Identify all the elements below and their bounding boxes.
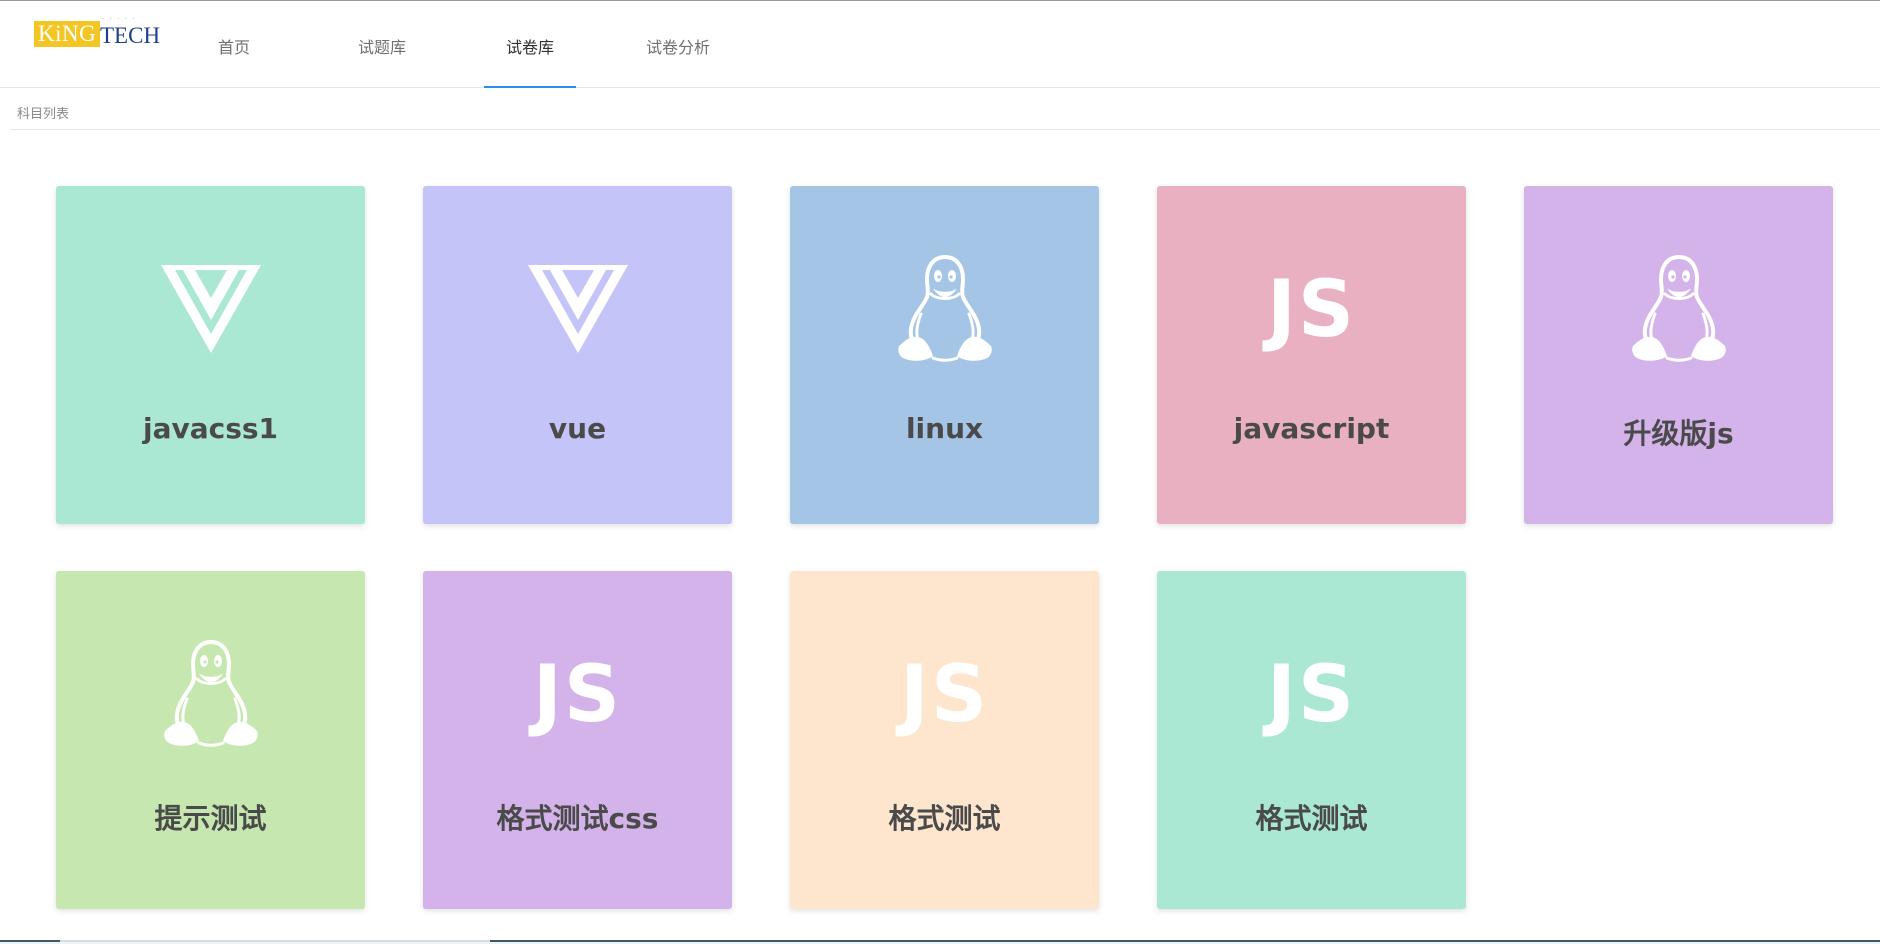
- subject-card-label: 格式测试: [1255, 802, 1368, 835]
- subject-card[interactable]: 升级版js: [1524, 186, 1833, 524]
- logo-king-text: KiNG: [34, 21, 101, 47]
- nav-item-question-bank[interactable]: 试题库: [308, 1, 456, 88]
- js-icon: JS: [790, 639, 1099, 751]
- nav-item-paper-bank[interactable]: 试卷库: [456, 1, 604, 88]
- js-icon-text: JS: [899, 650, 990, 740]
- subject-card-label: linux: [905, 412, 984, 445]
- subject-card-label: javascript: [1233, 412, 1390, 445]
- subject-card-label: 格式测试css: [496, 802, 659, 835]
- subject-card-label: javacss1: [142, 412, 279, 445]
- subject-card-label: 提示测试: [154, 802, 267, 835]
- vue-icon: [423, 254, 732, 366]
- subject-card[interactable]: linux: [790, 186, 1099, 524]
- js-icon-text: JS: [1266, 265, 1357, 355]
- subject-card[interactable]: JS 格式测试: [790, 571, 1099, 909]
- subject-card[interactable]: 提示测试: [56, 571, 365, 909]
- nav-item-label: 试卷分析: [645, 39, 710, 57]
- nav-item-paper-analysis[interactable]: 试卷分析: [604, 1, 752, 88]
- nav-item-label: 首页: [217, 39, 250, 57]
- vue-icon: [56, 254, 365, 366]
- linux-penguin-icon: [1524, 254, 1833, 366]
- subject-card-label: vue: [548, 412, 607, 445]
- js-icon-text: JS: [532, 650, 623, 740]
- subject-card[interactable]: JS 格式测试: [1157, 571, 1466, 909]
- nav-item-label: 试卷库: [505, 39, 554, 57]
- section-title: 科目列表: [10, 103, 1880, 130]
- subject-card-label: 格式测试: [888, 802, 1001, 835]
- header: ····· KiNG TECH 首页 试题库 试卷库 试卷分析: [0, 1, 1880, 88]
- linux-penguin-icon: [790, 254, 1099, 366]
- subject-card-label: 升级版js: [1623, 417, 1734, 450]
- js-icon: JS: [423, 639, 732, 751]
- nav-item-label: 试题库: [357, 39, 406, 57]
- subject-card[interactable]: JS 格式测试css: [423, 571, 732, 909]
- subject-card[interactable]: JS javascript: [1157, 186, 1466, 524]
- js-icon: JS: [1157, 254, 1466, 366]
- scrollbar-thumb[interactable]: [60, 940, 490, 942]
- nav-item-home[interactable]: 首页: [160, 1, 308, 88]
- main-nav: 首页 试题库 试卷库 试卷分析: [160, 1, 752, 88]
- js-icon-text: JS: [1266, 650, 1357, 740]
- logo-tech-text: TECH: [100, 23, 161, 48]
- subject-card[interactable]: javacss1: [56, 186, 365, 524]
- subject-card-grid: javacss1 vue linux JS javascript 升级版js 提…: [56, 186, 1833, 909]
- subject-card[interactable]: vue: [423, 186, 732, 524]
- js-icon: JS: [1157, 639, 1466, 751]
- linux-penguin-icon: [56, 639, 365, 751]
- logo-dots: ·····: [102, 16, 141, 22]
- kingtech-logo[interactable]: ····· KiNG TECH: [34, 17, 160, 51]
- horizontal-scrollbar[interactable]: [0, 940, 1880, 944]
